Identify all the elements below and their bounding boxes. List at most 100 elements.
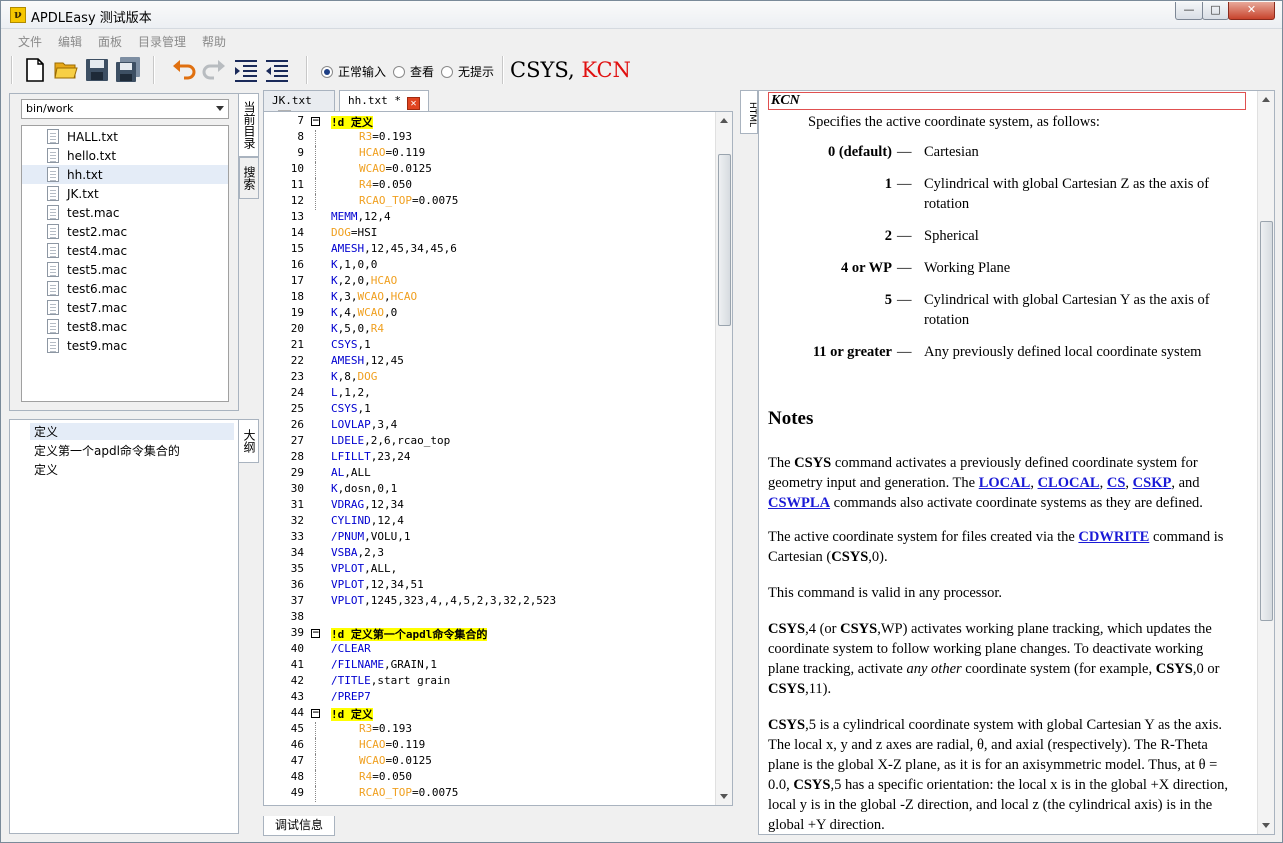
open-folder-icon[interactable] [53, 57, 79, 83]
outdent-icon[interactable] [264, 57, 290, 83]
cmd-csys: CSYS [768, 681, 806, 697]
link-cskp[interactable]: CSKP [1133, 475, 1172, 491]
link-cdwrite[interactable]: CDWRITE [1078, 529, 1149, 545]
directory-select[interactable]: bin/work [21, 99, 229, 119]
line-number: 32 [290, 514, 304, 527]
code-line: VPLOT,ALL, [331, 562, 397, 575]
scroll-down-icon[interactable] [1262, 823, 1270, 828]
code-editor[interactable]: 7 8 9 10 11 12 13 14 15 16 17 18 19 20 21 22 23 24 25 26 27 2… [263, 111, 733, 806]
menu-file[interactable]: 文件 [18, 33, 42, 50]
tab-hh-txt[interactable]: hh.txt * ✕ [339, 90, 429, 112]
line-number: 44 [290, 706, 304, 719]
file-list-item[interactable]: test5.mac [22, 260, 228, 279]
code-line: !d 定义 [331, 706, 373, 722]
code-variable: WCAO [357, 290, 385, 303]
editor-scrollbar[interactable] [715, 112, 732, 805]
file-name: test8.mac [67, 319, 128, 334]
link-cswpla[interactable]: CSWPLA [768, 495, 830, 511]
file-list-item[interactable]: test.mac [22, 203, 228, 222]
scroll-down-icon[interactable] [720, 794, 728, 799]
line-number: 20 [290, 322, 304, 335]
file-list-item[interactable]: test4.mac [22, 241, 228, 260]
file-name: test.mac [67, 205, 120, 220]
value-dash: — [897, 176, 912, 192]
code-text: =0.0075 [411, 194, 459, 207]
code-text: ,VOLU,1 [364, 530, 411, 543]
text: coordinate system (for example, [961, 661, 1156, 677]
line-number: 36 [290, 578, 304, 591]
scrollbar-thumb[interactable] [1260, 221, 1273, 621]
scroll-up-icon[interactable] [1262, 97, 1270, 102]
close-window-button[interactable]: ✕ [1228, 2, 1275, 20]
tab-jk-txt[interactable]: JK.txt✕ [263, 90, 335, 123]
fold-guide [315, 146, 316, 162]
save-all-icon[interactable] [115, 57, 141, 83]
file-name: hh.txt [67, 167, 103, 182]
menu-edit[interactable]: 编辑 [58, 33, 82, 50]
file-list-item[interactable]: test8.mac [22, 317, 228, 336]
file-icon [47, 148, 59, 163]
link-cs[interactable]: CS [1107, 475, 1126, 491]
tab-current-dir[interactable]: 当前目录 [239, 93, 259, 157]
code-keyword: VPLOT [331, 578, 365, 591]
code-text: =0.0125 [385, 162, 432, 175]
code-keyword: K [331, 306, 338, 319]
outline-item[interactable]: 定义第一个apdl命令集合的 [34, 442, 180, 459]
link-local[interactable]: LOCAL [979, 475, 1031, 491]
file-list-item[interactable]: test2.mac [22, 222, 228, 241]
file-name: hello.txt [67, 148, 117, 163]
tab-search[interactable]: 搜索 [239, 157, 259, 199]
undo-icon[interactable] [171, 57, 197, 83]
link-clocal[interactable]: CLOCAL [1038, 475, 1100, 491]
close-icon[interactable]: ✕ [406, 97, 420, 110]
file-list-item[interactable]: hh.txt [22, 165, 228, 184]
file-list-item[interactable]: hello.txt [22, 146, 228, 165]
file-list-item[interactable]: JK.txt [22, 184, 228, 203]
file-list-item[interactable]: test7.mac [22, 298, 228, 317]
menu-help[interactable]: 帮助 [202, 33, 226, 50]
command-syntax-hint: CSYS, KCN [510, 58, 631, 82]
tab-html[interactable]: HTML [740, 90, 758, 134]
outline-item[interactable]: 定义 [34, 461, 58, 478]
code-text: ,1245,323,4,,4,5,2,3,32,2,523 [364, 594, 557, 607]
radio-no-hint[interactable]: 无提示 [441, 63, 494, 80]
maximize-button[interactable]: □ [1202, 2, 1229, 20]
menu-directory[interactable]: 目录管理 [138, 33, 186, 50]
radio-normal-input[interactable]: 正常输入 [321, 63, 386, 80]
line-number: 42 [290, 674, 304, 687]
code-line: LFILLT,23,24 [331, 450, 411, 463]
indent-icon[interactable] [233, 57, 259, 83]
fold-toggle-icon[interactable]: − [311, 709, 320, 718]
file-name: test5.mac [67, 262, 128, 277]
chevron-down-icon[interactable] [216, 106, 224, 111]
fold-guide [315, 162, 316, 178]
fold-toggle-icon[interactable]: − [311, 117, 320, 126]
save-icon[interactable] [84, 57, 110, 83]
outline-item[interactable]: 定义 [30, 423, 234, 440]
radio-view[interactable]: 查看 [393, 63, 434, 80]
file-list-item[interactable]: test9.mac [22, 336, 228, 355]
tab-outline[interactable]: 大纲 [239, 419, 259, 463]
text: ,11). [805, 681, 832, 697]
scroll-up-icon[interactable] [720, 118, 728, 123]
cmd-csys: CSYS [840, 621, 878, 637]
menu-panel[interactable]: 面板 [98, 33, 122, 50]
help-scrollbar[interactable] [1257, 91, 1274, 834]
fold-toggle-icon[interactable]: − [311, 629, 320, 638]
fold-guide [315, 178, 316, 194]
note-paragraph-1: The CSYS command activates a previously … [768, 455, 1203, 511]
code-keyword: CYLIND [331, 514, 371, 527]
code-text: =0.050 [372, 770, 412, 783]
file-list-item[interactable]: HALL.txt [22, 127, 228, 146]
code-line: AL,ALL [331, 466, 371, 479]
code-keyword: K [331, 322, 338, 335]
tab-debug-info[interactable]: 调试信息 [263, 816, 335, 836]
new-file-icon[interactable] [22, 57, 48, 83]
file-list-item[interactable]: test6.mac [22, 279, 228, 298]
radio-dot [393, 65, 405, 78]
line-number: 15 [290, 242, 304, 255]
redo-icon[interactable] [201, 57, 227, 83]
code-line: RCAO_TOP=0.0075 [359, 194, 458, 207]
scrollbar-thumb[interactable] [718, 154, 731, 326]
minimize-button[interactable]: — [1175, 2, 1203, 20]
